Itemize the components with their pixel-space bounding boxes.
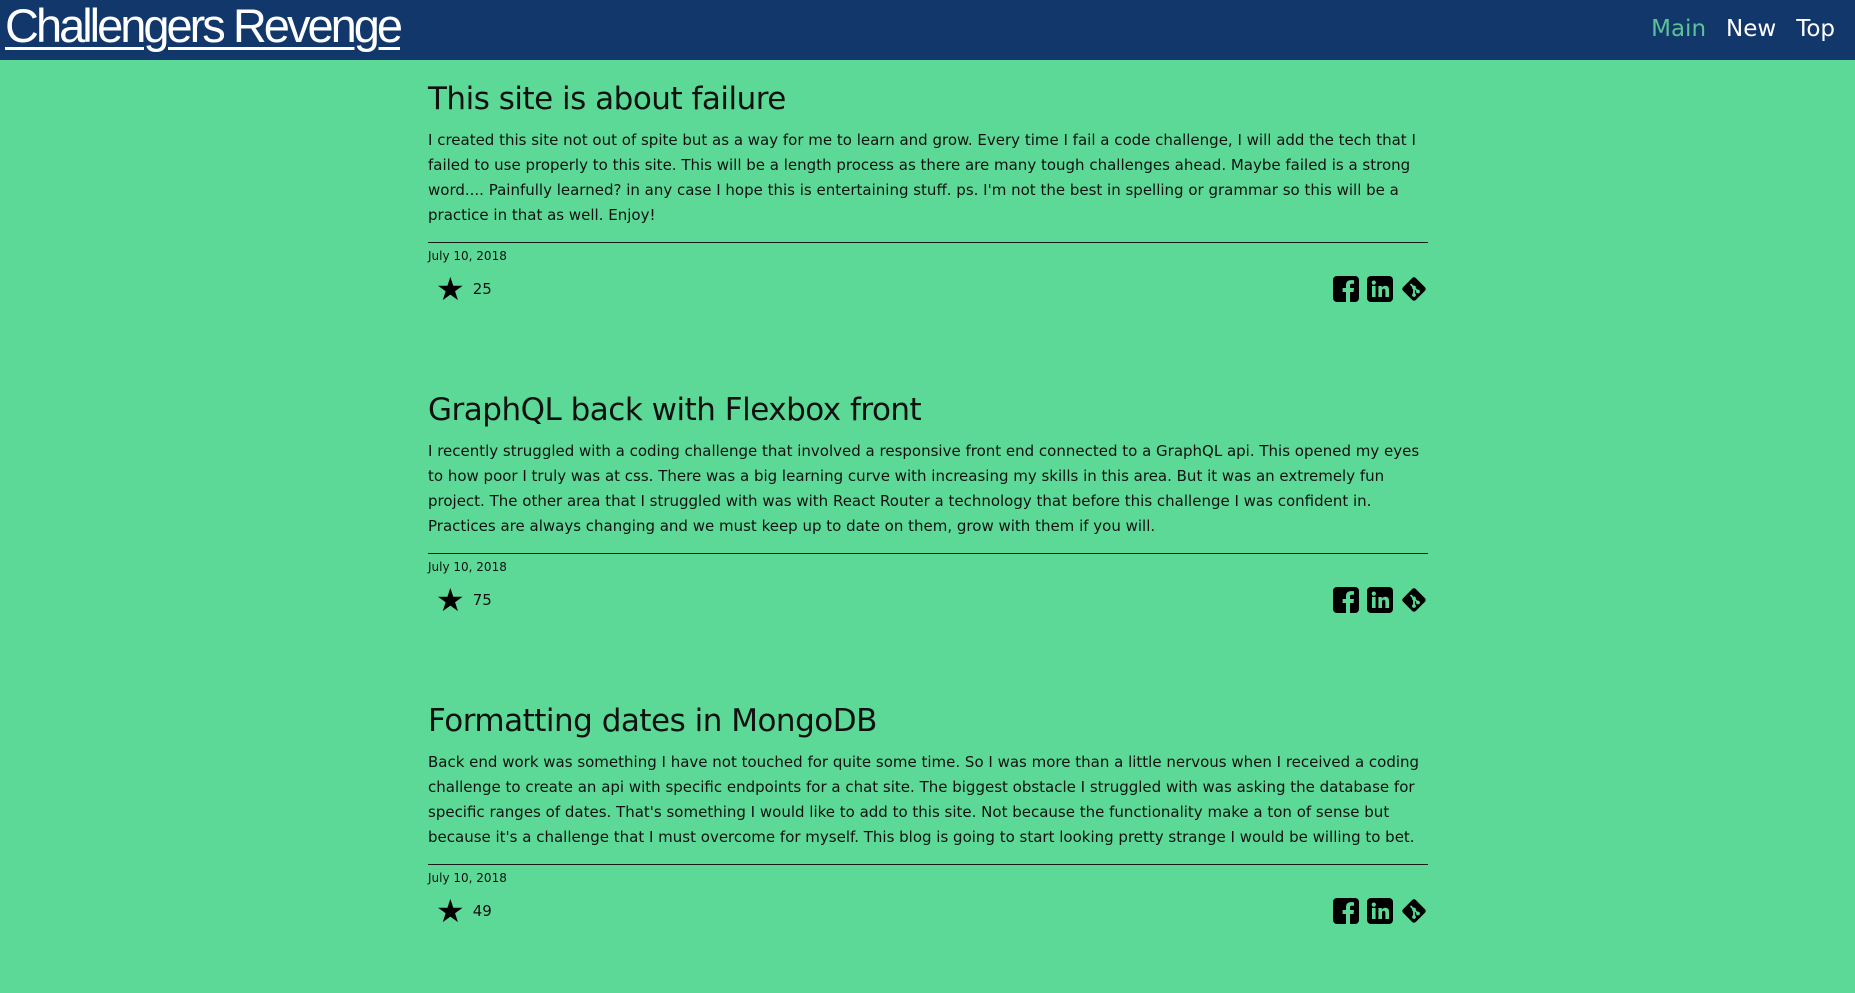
post-date: July 10, 2018 [428,871,507,885]
post-footer: ★ 49 [428,895,1428,927]
post-rating: ★ 49 [428,895,492,927]
post-footer: ★ 25 [428,273,1428,305]
post-list: This site is about failure I created thi… [428,60,1428,993]
post-divider [428,553,1428,554]
linkedin-icon[interactable] [1366,586,1394,614]
post-date: July 10, 2018 [428,249,507,263]
post-card: This site is about failure I created thi… [428,60,1428,371]
share-buttons [1332,897,1428,925]
post-body: I created this site not out of spite but… [428,131,1416,224]
git-icon[interactable] [1400,275,1428,303]
top-navbar: Challengers Revenge Main New Top [0,0,1855,60]
post-body: I recently struggled with a coding chall… [428,442,1420,535]
star-count: 75 [472,591,492,609]
share-buttons [1332,275,1428,303]
facebook-icon[interactable] [1332,897,1360,925]
main-nav: Main New Top [1651,16,1835,42]
post-title[interactable]: This site is about failure [428,60,1428,118]
share-buttons [1332,586,1428,614]
git-icon[interactable] [1400,586,1428,614]
linkedin-icon[interactable] [1366,897,1394,925]
star-count: 49 [472,902,492,920]
nav-new[interactable]: New [1726,16,1776,42]
post-rating: ★ 25 [428,273,492,305]
post-divider [428,864,1428,865]
nav-top[interactable]: Top [1796,16,1835,42]
nav-main[interactable]: Main [1651,16,1706,42]
git-icon[interactable] [1400,897,1428,925]
post-body: Back end work was something I have not t… [428,753,1420,846]
post-title[interactable]: Formatting dates in MongoDB [428,682,1428,740]
post-divider [428,242,1428,243]
star-icon[interactable]: ★ [436,895,465,927]
facebook-icon[interactable] [1332,275,1360,303]
post-title[interactable]: GraphQL back with Flexbox front [428,371,1428,429]
post-card: Formatting dates in MongoDB Back end wor… [428,682,1428,993]
post-footer: ★ 75 [428,584,1428,616]
post-rating: ★ 75 [428,584,492,616]
facebook-icon[interactable] [1332,586,1360,614]
post-date: July 10, 2018 [428,560,507,574]
linkedin-icon[interactable] [1366,275,1394,303]
star-icon[interactable]: ★ [436,584,465,616]
star-count: 25 [472,280,492,298]
site-brand-link[interactable]: Challengers Revenge [5,0,403,53]
star-icon[interactable]: ★ [436,273,465,305]
post-card: GraphQL back with Flexbox front I recent… [428,371,1428,682]
